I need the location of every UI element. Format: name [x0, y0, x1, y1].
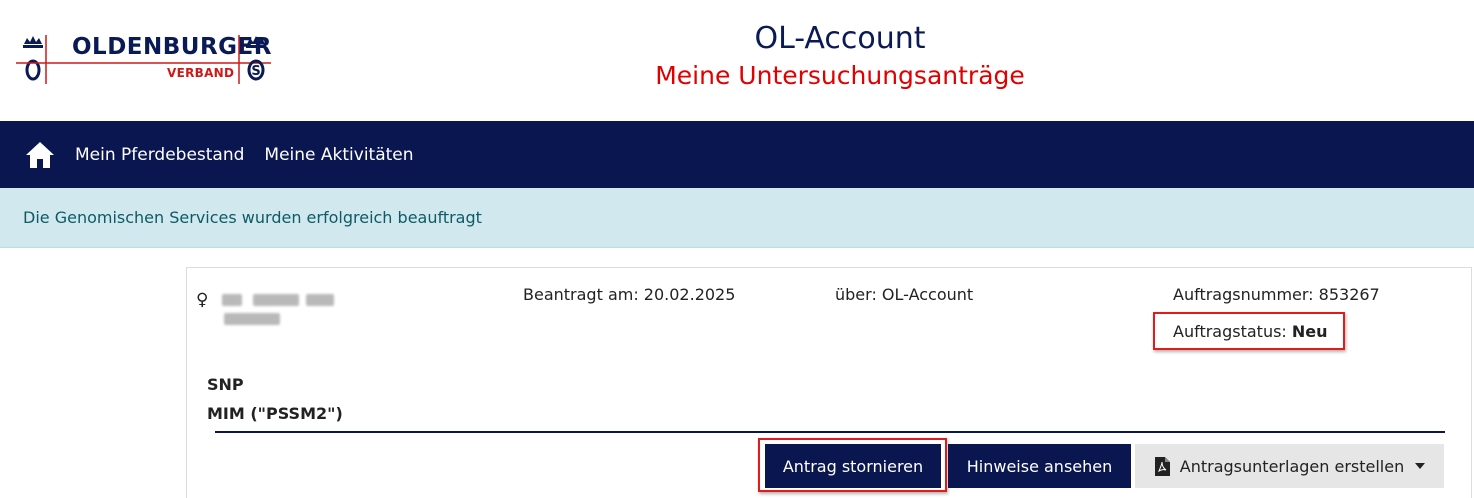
nav-item-aktivitaeten[interactable]: Meine Aktivitäten: [264, 145, 413, 165]
oldenburger-verband-logo[interactable]: S OLDENBURGER VERBAND: [16, 30, 271, 86]
page-subtitle: Meine Untersuchungsanträge: [655, 61, 1025, 90]
order-status-value: Neu: [1291, 322, 1328, 341]
page-title: OL-Account: [754, 21, 926, 56]
service-item: SNP: [207, 375, 244, 394]
requested-via: über: OL-Account: [835, 285, 974, 304]
page-title-block: OL-Account Meine Untersuchungsanträge: [540, 20, 1140, 94]
nav-item-pferdebestand[interactable]: Mein Pferdebestand: [75, 145, 244, 165]
view-hints-button[interactable]: Hinweise ansehen: [948, 444, 1131, 488]
order-number: Auftragsnummer: 853267: [1173, 285, 1380, 304]
requested-date: Beantragt am: 20.02.2025: [523, 285, 736, 304]
create-documents-label: Antragsunterlagen erstellen: [1179, 456, 1405, 476]
pdf-file-icon: [1154, 456, 1170, 476]
order-status: Auftragstatus: Neu: [1173, 322, 1328, 341]
svg-text:S: S: [251, 64, 260, 79]
success-alert: Die Genomischen Services wurden erfolgre…: [0, 188, 1474, 248]
page-header: S OLDENBURGER VERBAND OL-Account Meine U…: [0, 0, 1474, 121]
alert-message: Die Genomischen Services wurden erfolgre…: [23, 208, 482, 227]
order-status-label: Auftragstatus:: [1173, 322, 1292, 341]
main-navigation: Mein Pferdebestand Meine Aktivitäten: [0, 121, 1474, 188]
cancel-request-button[interactable]: Antrag stornieren: [765, 444, 941, 488]
request-card: ♀ Beantragt am: 20.02.2025 über: OL-Acco…: [186, 267, 1472, 498]
logo-text-main: OLDENBURGER: [72, 34, 272, 60]
home-icon[interactable]: [25, 140, 55, 170]
caret-down-icon: [1415, 463, 1426, 469]
create-documents-dropdown[interactable]: Antragsunterlagen erstellen: [1135, 444, 1444, 488]
service-list: SNP MIM ("PSSM2"): [207, 370, 343, 428]
service-item: MIM ("PSSM2"): [207, 404, 343, 423]
female-icon: ♀: [196, 290, 209, 310]
card-divider: [215, 431, 1445, 433]
logo-text-sub: VERBAND: [167, 66, 235, 80]
blurred-horse-id: [222, 291, 390, 325]
